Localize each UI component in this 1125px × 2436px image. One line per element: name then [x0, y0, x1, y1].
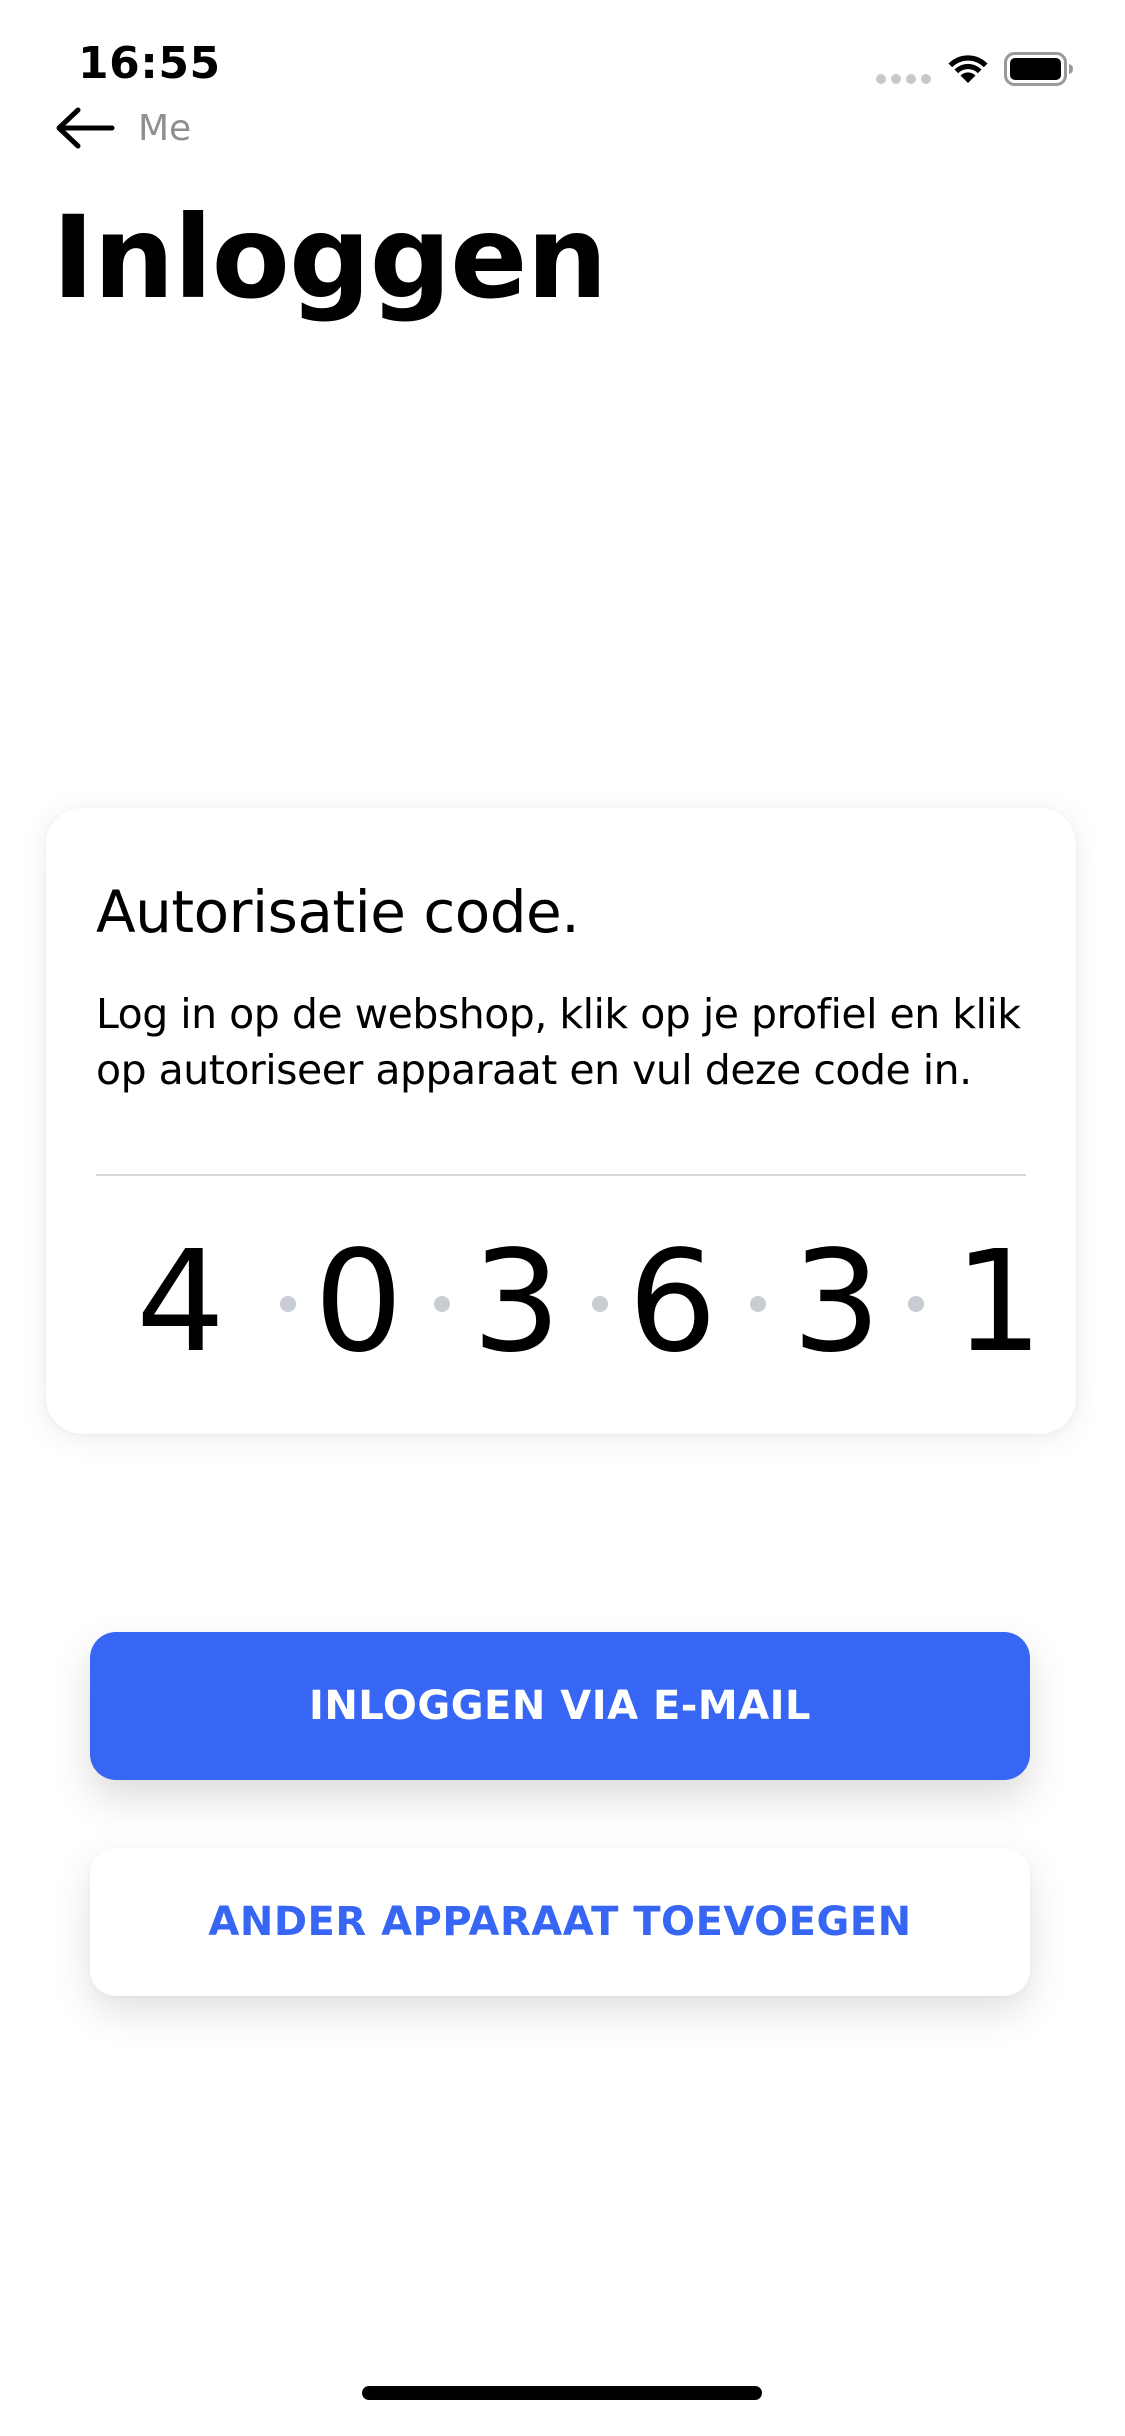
- status-bar: 16:55: [0, 0, 1125, 110]
- authorization-card: Autorisatie code. Log in op de webshop, …: [46, 808, 1076, 1434]
- battery-icon: [1004, 52, 1073, 86]
- back-button[interactable]: Me: [54, 100, 274, 156]
- code-digit: 6: [628, 1221, 718, 1384]
- wifi-icon: [948, 55, 988, 83]
- code-separator-dot: [592, 1296, 608, 1312]
- code-digit: 4: [136, 1221, 226, 1384]
- email-login-button[interactable]: INLOGGEN VIA E-MAIL: [90, 1632, 1030, 1780]
- code-digit: 1: [954, 1221, 1044, 1384]
- code-digit: 0: [314, 1221, 404, 1384]
- home-indicator[interactable]: [362, 2386, 762, 2400]
- arrow-left-icon: [56, 107, 115, 149]
- back-label: Me: [138, 107, 192, 149]
- divider: [96, 1174, 1026, 1176]
- page-title: Inloggen: [52, 191, 608, 324]
- code-separator-dot: [280, 1296, 296, 1312]
- card-description: Log in op de webshop, klik op je profiel…: [96, 990, 1021, 1094]
- authorization-code: 4 0 3 6 3 1: [136, 1221, 1043, 1384]
- code-separator-dot: [908, 1296, 924, 1312]
- code-digit: 3: [472, 1221, 562, 1384]
- signal-icon: [876, 74, 932, 84]
- add-device-button[interactable]: ANDER APPARAAT TOEVOEGEN: [90, 1848, 1030, 1996]
- code-digit: 3: [792, 1221, 882, 1384]
- code-separator-dot: [750, 1296, 766, 1312]
- code-separator-dot: [434, 1296, 450, 1312]
- card-title: Autorisatie code.: [96, 878, 580, 946]
- status-time: 16:55: [78, 38, 221, 89]
